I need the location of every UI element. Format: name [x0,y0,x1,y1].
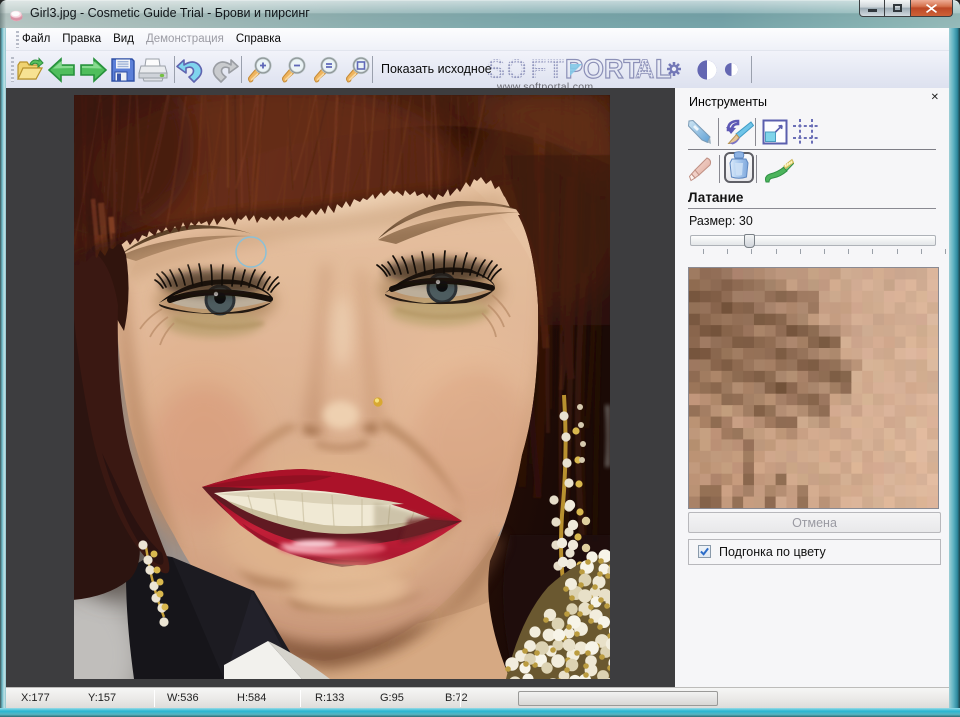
svg-text:A: A [635,54,655,84]
svg-text:FT: FT [530,54,565,84]
svg-text:SO: SO [487,54,528,84]
